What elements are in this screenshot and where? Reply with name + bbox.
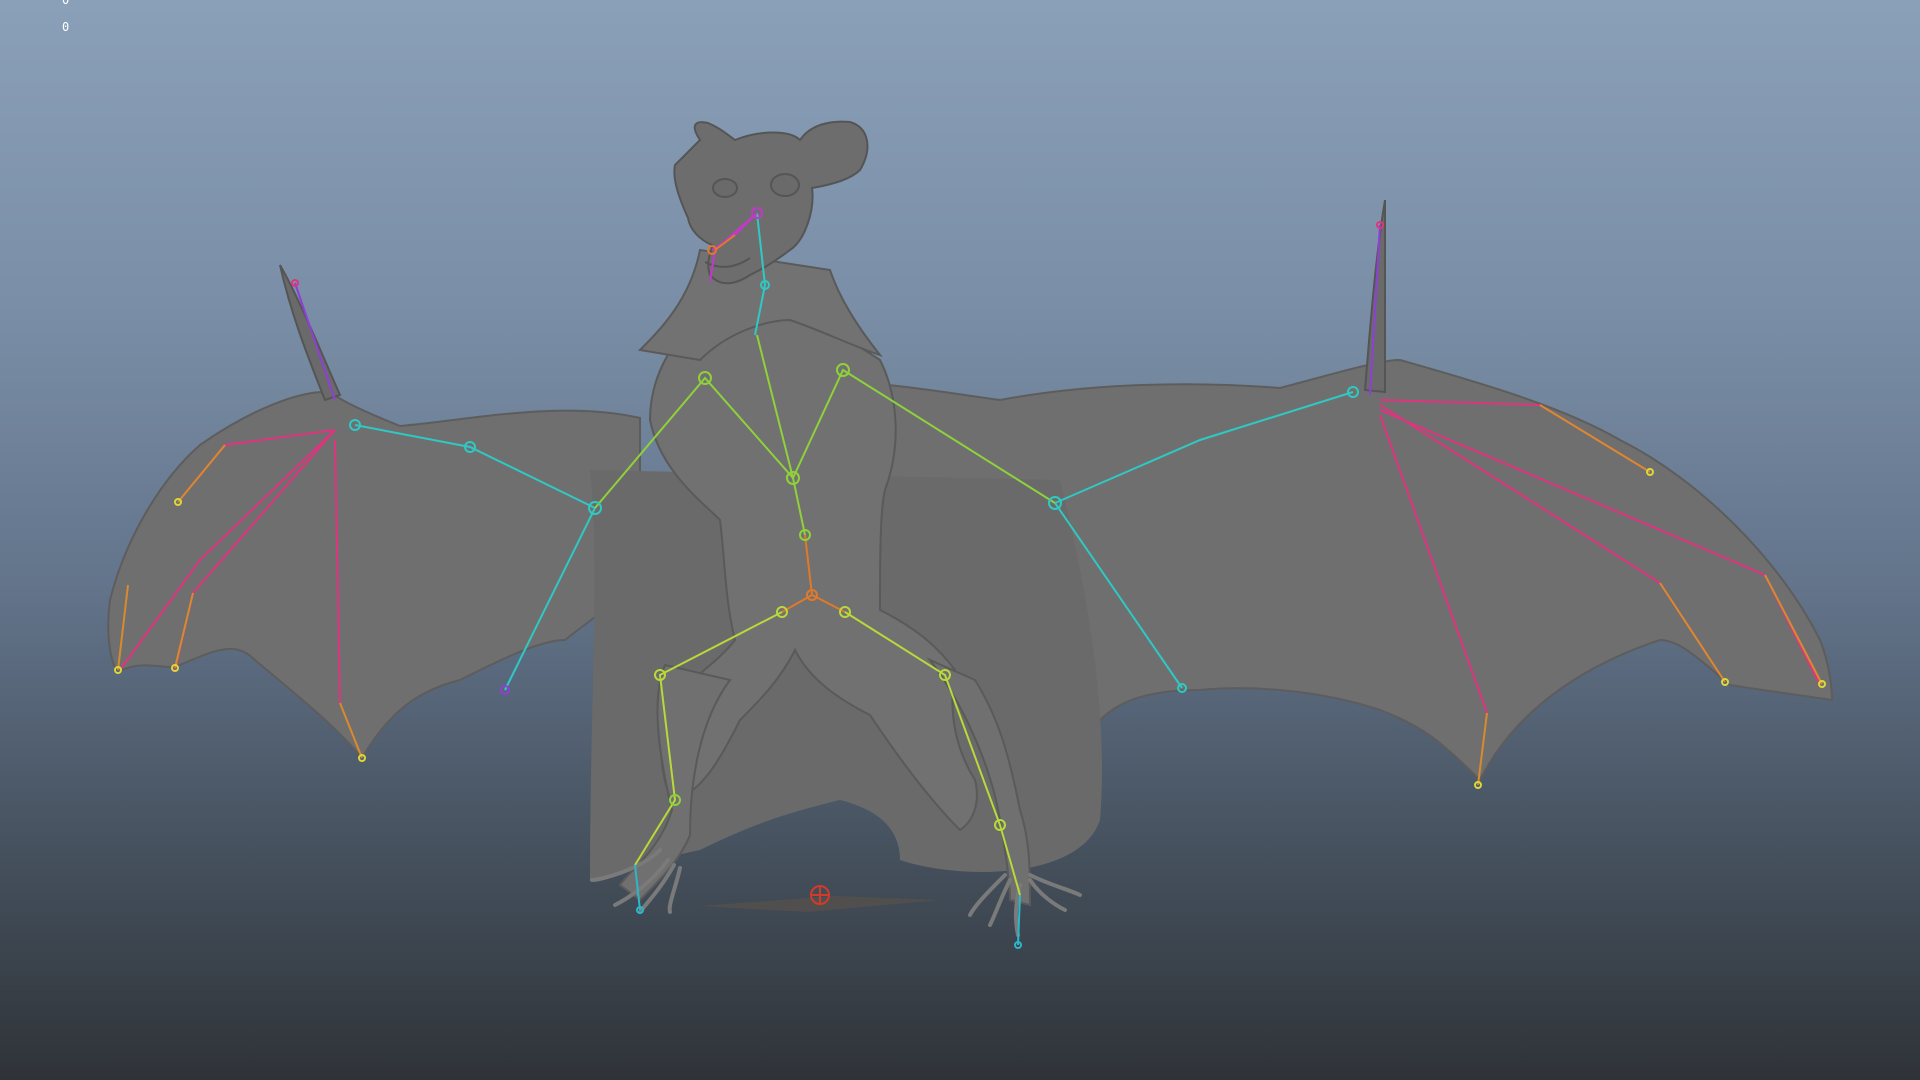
left-eye xyxy=(712,178,738,198)
3d-viewport[interactable]: 0 0 xyxy=(0,0,1920,1080)
bat-model-scene[interactable] xyxy=(0,0,1920,1080)
left-thumb-bone[interactable] xyxy=(294,282,336,401)
root-locator[interactable] xyxy=(810,885,830,905)
right-eye xyxy=(770,173,800,197)
left-thumb-claw xyxy=(279,264,342,402)
